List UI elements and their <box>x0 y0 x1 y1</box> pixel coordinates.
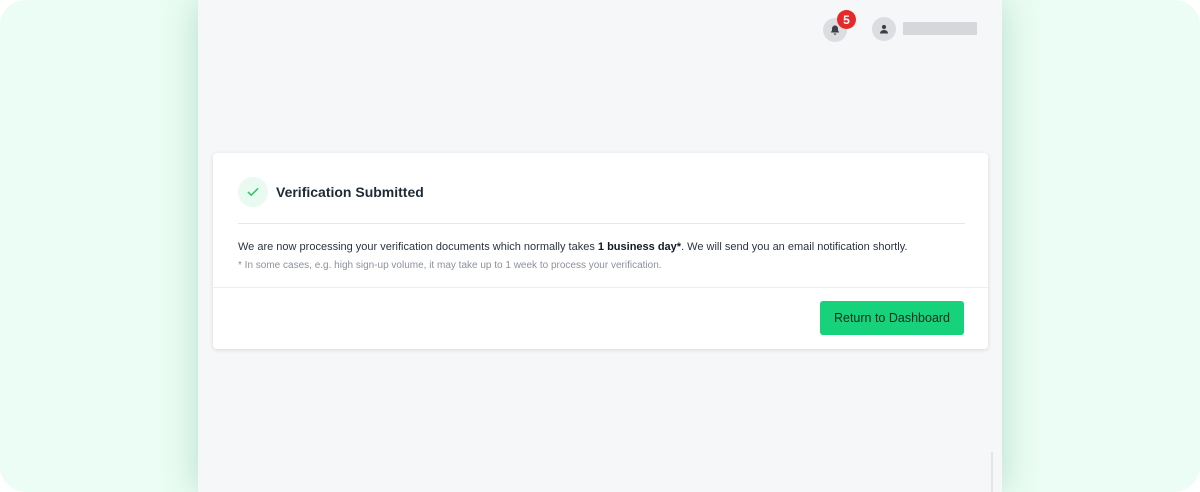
verification-message: We are now processing your verification … <box>238 241 973 253</box>
page-background: 5 Verification Submitted We are now proc… <box>0 0 1200 492</box>
verification-card: Verification Submitted We are now proces… <box>213 153 988 349</box>
footer-divider <box>213 287 988 288</box>
title-divider <box>238 223 965 224</box>
notification-count-badge: 5 <box>837 10 856 29</box>
return-to-dashboard-button[interactable]: Return to Dashboard <box>820 301 964 335</box>
message-text-end: . We will send you an email notification… <box>681 241 908 253</box>
card-title: Verification Submitted <box>276 184 424 200</box>
app-window: 5 Verification Submitted We are now proc… <box>198 0 1002 492</box>
message-text-start: We are now processing your verification … <box>238 241 598 253</box>
check-icon <box>247 188 259 196</box>
user-avatar[interactable] <box>872 17 896 41</box>
verification-note: * In some cases, e.g. high sign-up volum… <box>238 260 662 271</box>
scrollbar[interactable] <box>991 452 993 492</box>
user-icon <box>880 24 888 34</box>
message-text-bold: 1 business day* <box>597 241 682 253</box>
success-indicator <box>238 177 268 207</box>
username-placeholder[interactable] <box>903 22 977 35</box>
